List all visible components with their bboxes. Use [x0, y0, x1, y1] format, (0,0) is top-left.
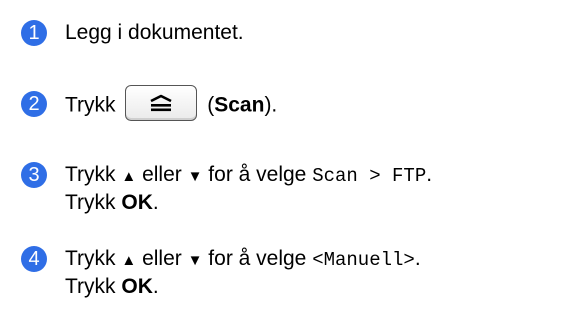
step-text-main: Legg i dokumentet.	[65, 21, 244, 44]
up-arrow-icon: ▲	[121, 168, 137, 185]
step-text-pre: Trykk	[65, 191, 122, 214]
ok-label: OK	[121, 275, 153, 298]
step-text-mid: eller	[136, 163, 188, 186]
scan-label: Scan	[214, 93, 265, 117]
step-text-line-2: Trykk OK.	[65, 274, 159, 300]
step-text-line-1: Trykk ▲ eller ▼ for å velge <Manuell>.	[65, 246, 421, 274]
step-number-badge: 2	[21, 91, 47, 117]
scan-key-button	[125, 85, 198, 121]
step-text-pre: Trykk	[65, 93, 116, 117]
step-text-post: .	[426, 163, 433, 186]
step-text-mid: eller	[136, 247, 188, 270]
down-arrow-icon: ▼	[187, 168, 203, 185]
up-arrow-icon: ▲	[121, 252, 137, 269]
step-text: Legg i dokumentet.	[65, 20, 244, 46]
step-text-paren-close: ).	[264, 93, 278, 117]
menu-option: <Manuell>	[312, 249, 415, 271]
step-text-pre: Trykk	[65, 247, 122, 270]
step-text-post: .	[152, 191, 159, 214]
step-text-mid: for å velge	[202, 247, 313, 270]
step-text-pre: Trykk	[65, 163, 122, 186]
ok-label: OK	[121, 191, 153, 214]
step-number-badge: 4	[21, 246, 47, 272]
step-number-badge: 3	[21, 162, 47, 188]
step-number-badge: 1	[21, 20, 47, 46]
step-text-post: .	[414, 247, 421, 270]
scan-key-icon	[150, 94, 172, 112]
step-text-line-1: Trykk ▲ eller ▼ for å velge Scan > FTP.	[65, 162, 432, 190]
step-text-post: .	[152, 275, 159, 298]
menu-path: Scan > FTP	[312, 165, 427, 187]
down-arrow-icon: ▼	[187, 252, 203, 269]
step-text: Trykk (Scan).	[65, 85, 278, 121]
step-text-pre: Trykk	[65, 275, 122, 298]
step-text-mid: for å velge	[202, 163, 313, 186]
step-text-line-2: Trykk OK.	[65, 190, 159, 216]
